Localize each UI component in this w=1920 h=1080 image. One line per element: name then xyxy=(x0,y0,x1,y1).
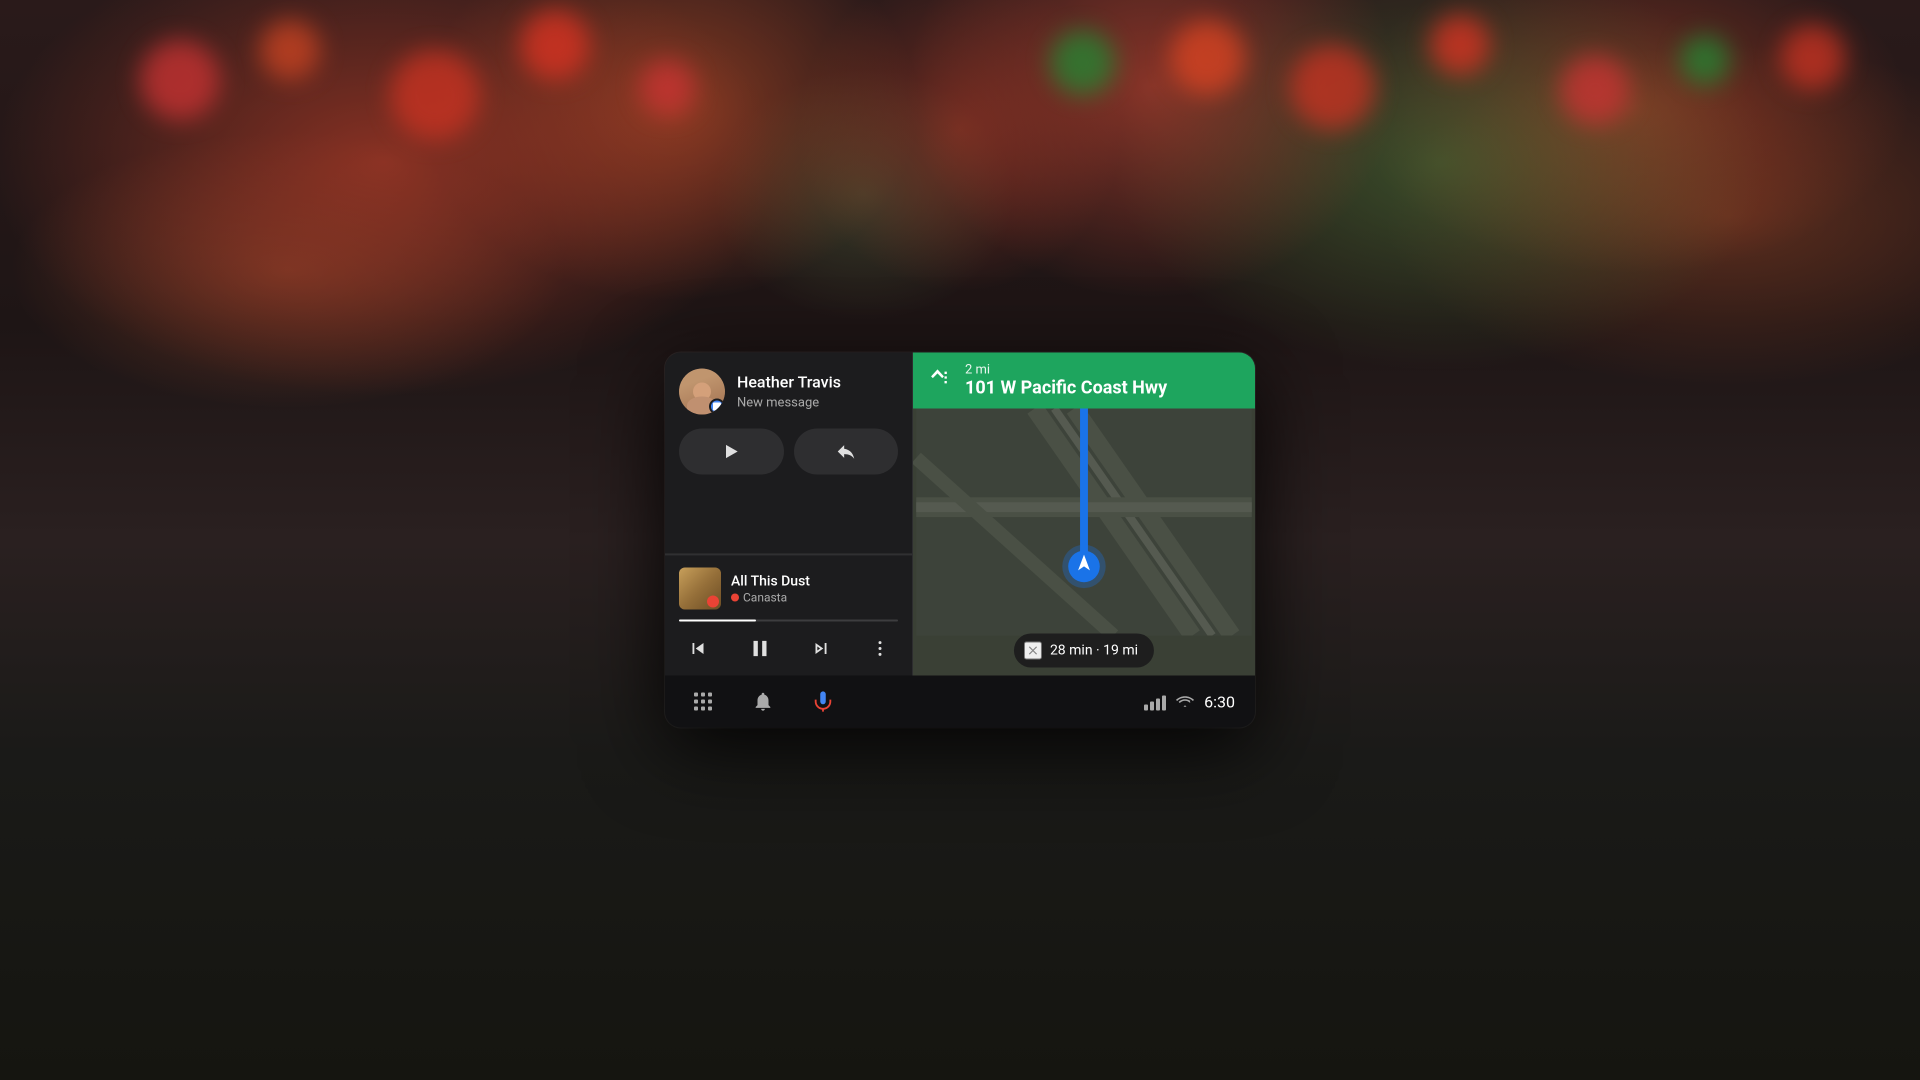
message-sender: Heather Travis xyxy=(737,373,898,394)
more-options-button[interactable] xyxy=(866,635,894,663)
eta-bar: 28 min · 19 mi xyxy=(1014,634,1154,668)
mic-icon xyxy=(812,691,834,713)
turn-arrow-icon xyxy=(927,363,955,391)
nav-info: 2 mi 101 W Pacific Coast Hwy xyxy=(965,363,1167,399)
music-card[interactable]: All This Dust Canasta xyxy=(665,555,912,676)
music-controls xyxy=(679,632,898,666)
music-info: All This Dust Canasta xyxy=(731,572,898,604)
message-text-area: Heather Travis New message xyxy=(737,373,898,411)
next-track-button[interactable] xyxy=(806,634,836,664)
wifi-icon xyxy=(1176,695,1194,709)
message-actions xyxy=(679,429,898,475)
android-auto-display: Heather Travis New message xyxy=(665,353,1255,728)
pause-icon xyxy=(747,636,773,662)
play-message-button[interactable] xyxy=(679,429,784,475)
play-icon xyxy=(721,442,741,462)
music-progress-fill xyxy=(679,620,756,622)
bell-icon xyxy=(752,691,774,713)
notifications-button[interactable] xyxy=(745,684,781,720)
signal-icon xyxy=(1144,693,1166,711)
map-visual xyxy=(913,409,1255,636)
left-panel: Heather Travis New message xyxy=(665,353,913,676)
reply-message-button[interactable] xyxy=(794,429,899,475)
time-display: 6:30 xyxy=(1204,692,1235,711)
eta-close-button[interactable] xyxy=(1024,642,1042,660)
apps-grid-button[interactable] xyxy=(685,684,721,720)
music-progress-bar[interactable] xyxy=(679,620,898,622)
music-artist-row: Canasta xyxy=(731,591,898,605)
grid-icon xyxy=(691,690,715,714)
recording-badge xyxy=(707,596,719,608)
message-subtitle: New message xyxy=(737,395,898,410)
close-icon xyxy=(1026,644,1040,658)
nav-street: 101 W Pacific Coast Hwy xyxy=(965,378,1167,399)
bottom-bar: 6:30 xyxy=(665,676,1255,728)
eta-text: 28 min · 19 mi xyxy=(1050,643,1138,659)
music-title: All This Dust xyxy=(731,572,898,590)
message-header: Heather Travis New message xyxy=(679,369,898,415)
map-panel[interactable]: 2 mi 101 W Pacific Coast Hwy xyxy=(913,353,1255,676)
turn-left-icon xyxy=(927,363,955,398)
avatar xyxy=(679,369,725,415)
main-content-area: Heather Travis New message xyxy=(665,353,1255,676)
artist-dot xyxy=(731,594,739,602)
bottom-navigation xyxy=(685,684,841,720)
music-header: All This Dust Canasta xyxy=(679,568,898,610)
pause-button[interactable] xyxy=(743,632,777,666)
music-artist-name: Canasta xyxy=(743,591,787,605)
assistant-button[interactable] xyxy=(805,684,841,720)
more-icon xyxy=(870,639,890,659)
map-svg xyxy=(913,409,1255,636)
previous-track-button[interactable] xyxy=(683,634,713,664)
message-badge-icon xyxy=(713,403,721,411)
navigation-header: 2 mi 101 W Pacific Coast Hwy xyxy=(913,353,1255,409)
previous-icon xyxy=(687,638,709,660)
message-card[interactable]: Heather Travis New message xyxy=(665,353,912,555)
reply-icon xyxy=(835,441,857,463)
album-art xyxy=(679,568,721,610)
message-badge xyxy=(709,399,725,415)
next-icon xyxy=(810,638,832,660)
status-area: 6:30 xyxy=(1144,692,1235,711)
nav-distance: 2 mi xyxy=(965,363,1167,378)
